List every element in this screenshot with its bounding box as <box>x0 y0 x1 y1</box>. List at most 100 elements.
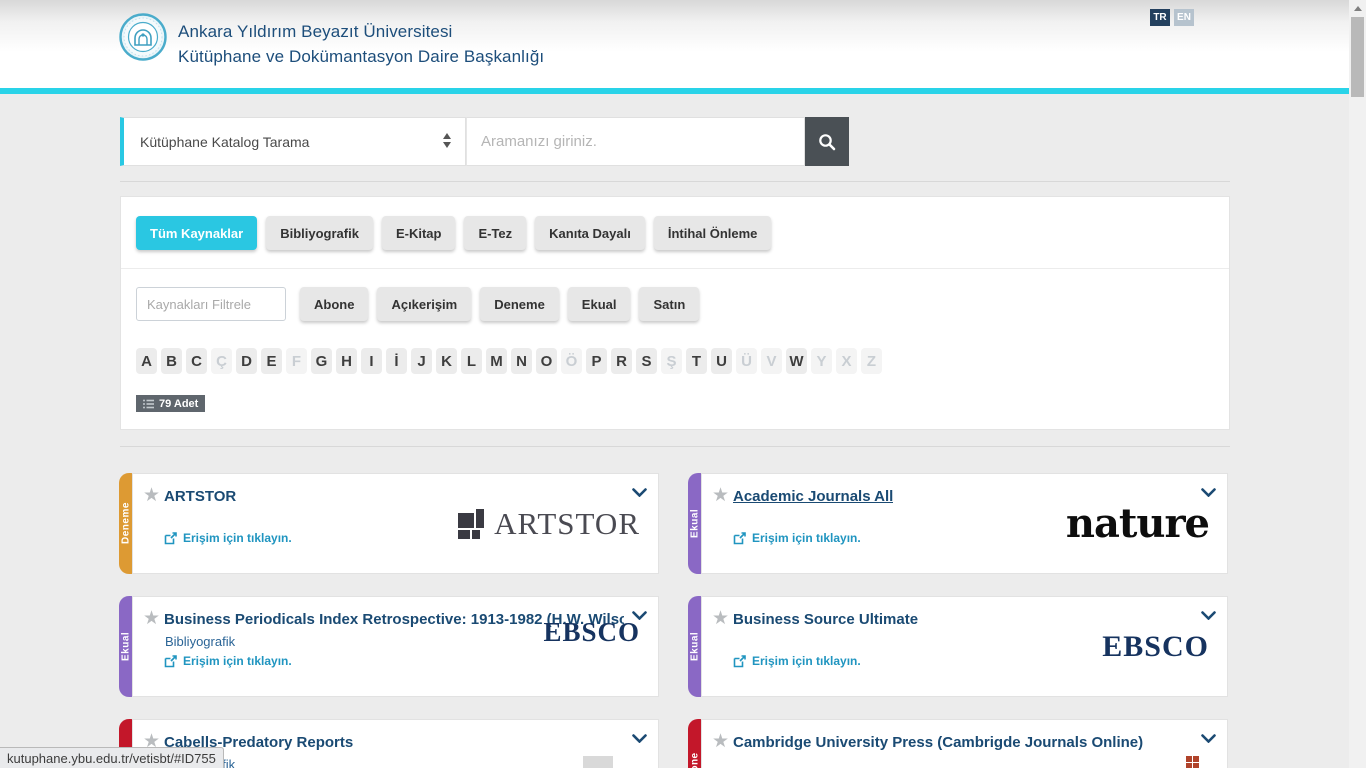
tab-intihal-onleme[interactable]: İntihal Önleme <box>654 216 772 250</box>
chevron-down-icon[interactable] <box>1201 734 1216 743</box>
external-link-icon <box>733 532 746 545</box>
page-title: Ankara Yıldırım Beyazıt Üniversitesi Küt… <box>178 19 544 69</box>
ebsco-logo: EBSCO <box>1102 597 1209 696</box>
card-body: ★ Cambridge University Press (Cambrigde … <box>701 719 1228 768</box>
letter-l[interactable]: L <box>461 348 482 374</box>
letter-o[interactable]: O <box>536 348 557 374</box>
result-count-label: 79 Adet <box>159 398 198 410</box>
resource-type-tabs: Tüm Kaynaklar Bibliyografik E-Kitap E-Te… <box>136 216 771 250</box>
resource-filter-input[interactable] <box>136 287 286 321</box>
tab-bibliyografik[interactable]: Bibliyografik <box>266 216 373 250</box>
org-name-line2: Kütüphane ve Dokümantasyon Daire Başkanl… <box>178 44 544 69</box>
letter-v: V <box>761 348 782 374</box>
letter-p[interactable]: P <box>586 348 607 374</box>
letter-c[interactable]: C <box>186 348 207 374</box>
letter-g[interactable]: G <box>311 348 332 374</box>
letter-o-umlaut: Ö <box>561 348 582 374</box>
letter-m[interactable]: M <box>486 348 507 374</box>
letter-s[interactable]: S <box>636 348 657 374</box>
status-url-text: kutuphane.ybu.edu.tr/vetisbt/#ID755 <box>7 751 216 766</box>
search-category-value: Kütüphane Katalog Tarama <box>140 134 309 150</box>
external-link-icon <box>733 655 746 668</box>
filter-acikerisim-button[interactable]: Açıkerişim <box>377 287 471 321</box>
card-business-source-ultimate: Ekual ★ Business Source Ultimate Erişim … <box>688 596 1228 697</box>
access-link[interactable]: Erişim için tıklayın. <box>164 531 292 545</box>
vertical-scrollbar <box>1349 0 1366 768</box>
letter-f: F <box>286 348 307 374</box>
tag-ribbon-label: Ekual <box>119 596 133 697</box>
accent-divider <box>0 88 1349 94</box>
tab-tum-kaynaklar[interactable]: Tüm Kaynaklar <box>136 216 257 250</box>
letter-a[interactable]: A <box>136 348 157 374</box>
scroll-up-arrow[interactable] <box>1349 0 1366 17</box>
search-category-select[interactable]: Kütüphane Katalog Tarama <box>120 117 466 166</box>
search-icon <box>818 133 836 151</box>
status-url-tooltip: kutuphane.ybu.edu.tr/vetisbt/#ID755 <box>0 747 224 768</box>
letter-k[interactable]: K <box>436 348 457 374</box>
panel-divider <box>121 268 1229 269</box>
card-title-link[interactable]: ARTSTOR <box>164 488 236 505</box>
filter-ekual-button[interactable]: Ekual <box>568 287 631 321</box>
list-icon <box>143 399 154 409</box>
filter-satin-button[interactable]: Satın <box>639 287 699 321</box>
letter-y: Y <box>811 348 832 374</box>
favorite-star-icon[interactable]: ★ <box>143 609 160 628</box>
access-link-label: Erişim için tıklayın. <box>752 531 861 545</box>
letter-e[interactable]: E <box>261 348 282 374</box>
header: Ankara Yıldırım Beyazıt Üniversitesi Küt… <box>0 0 1349 88</box>
letter-c-cedilla: Ç <box>211 348 232 374</box>
artstor-logo: ARTSTOR <box>458 474 640 573</box>
letter-i[interactable]: I <box>361 348 382 374</box>
card-title-link[interactable]: Business Source Ultimate <box>733 611 918 628</box>
tab-e-kitap[interactable]: E-Kitap <box>382 216 456 250</box>
letter-s-cedilla: Ş <box>661 348 682 374</box>
letter-n[interactable]: N <box>511 348 532 374</box>
lang-en-button[interactable]: EN <box>1174 9 1194 26</box>
card-academic-journals-all: Ekual ★ Academic Journals All Erişim içi… <box>688 473 1228 574</box>
tab-kanita-dayali[interactable]: Kanıta Dayalı <box>535 216 645 250</box>
search-input[interactable] <box>466 117 805 166</box>
card-title-link[interactable]: Cambridge University Press (Cambrigde Jo… <box>733 734 1143 751</box>
select-arrows-icon <box>443 133 451 148</box>
filter-abone-button[interactable]: Abone <box>300 287 368 321</box>
letter-w[interactable]: W <box>786 348 807 374</box>
letter-u-umlaut: Ü <box>736 348 757 374</box>
cambridge-logo <box>1186 756 1199 768</box>
favorite-star-icon[interactable]: ★ <box>712 486 729 505</box>
scrollbar-thumb[interactable] <box>1351 17 1364 97</box>
letter-b[interactable]: B <box>161 348 182 374</box>
letter-h[interactable]: H <box>336 348 357 374</box>
favorite-star-icon[interactable]: ★ <box>712 609 729 628</box>
letter-u[interactable]: U <box>711 348 732 374</box>
letter-x: X <box>836 348 857 374</box>
tag-ribbon-label: Ekual <box>688 596 702 697</box>
university-logo-icon <box>119 13 167 61</box>
letter-r[interactable]: R <box>611 348 632 374</box>
access-link[interactable]: Erişim için tıklayın. <box>164 654 292 668</box>
favorite-star-icon[interactable]: ★ <box>143 486 160 505</box>
tag-ribbon-label: Ekual <box>688 473 702 574</box>
card-body: ★ Business Source Ultimate Erişim için t… <box>701 596 1228 697</box>
favorite-star-icon[interactable]: ★ <box>712 732 729 751</box>
access-link-label: Erişim için tıklayın. <box>752 654 861 668</box>
access-link-label: Erişim için tıklayın. <box>183 654 292 668</box>
result-count-badge: 79 Adet <box>136 395 205 412</box>
filter-deneme-button[interactable]: Deneme <box>480 287 559 321</box>
university-logo[interactable] <box>119 13 167 61</box>
access-link[interactable]: Erişim için tıklayın. <box>733 654 861 668</box>
tab-e-tez[interactable]: E-Tez <box>464 216 526 250</box>
letter-i-dotted[interactable]: İ <box>386 348 407 374</box>
access-link[interactable]: Erişim için tıklayın. <box>733 531 861 545</box>
ebsco-logo-text: EBSCO <box>1102 630 1209 664</box>
letter-j[interactable]: J <box>411 348 432 374</box>
nature-logo: nature <box>1066 474 1209 573</box>
card-body: ★ Business Periodicals Index Retrospecti… <box>132 596 659 697</box>
letter-d[interactable]: D <box>236 348 257 374</box>
chevron-down-icon[interactable] <box>632 734 647 743</box>
lang-tr-button[interactable]: TR <box>1150 9 1170 26</box>
card-title-link[interactable]: Academic Journals All <box>733 488 893 505</box>
external-link-icon <box>164 532 177 545</box>
letter-t[interactable]: T <box>686 348 707 374</box>
external-link-icon <box>164 655 177 668</box>
search-button[interactable] <box>805 117 849 166</box>
